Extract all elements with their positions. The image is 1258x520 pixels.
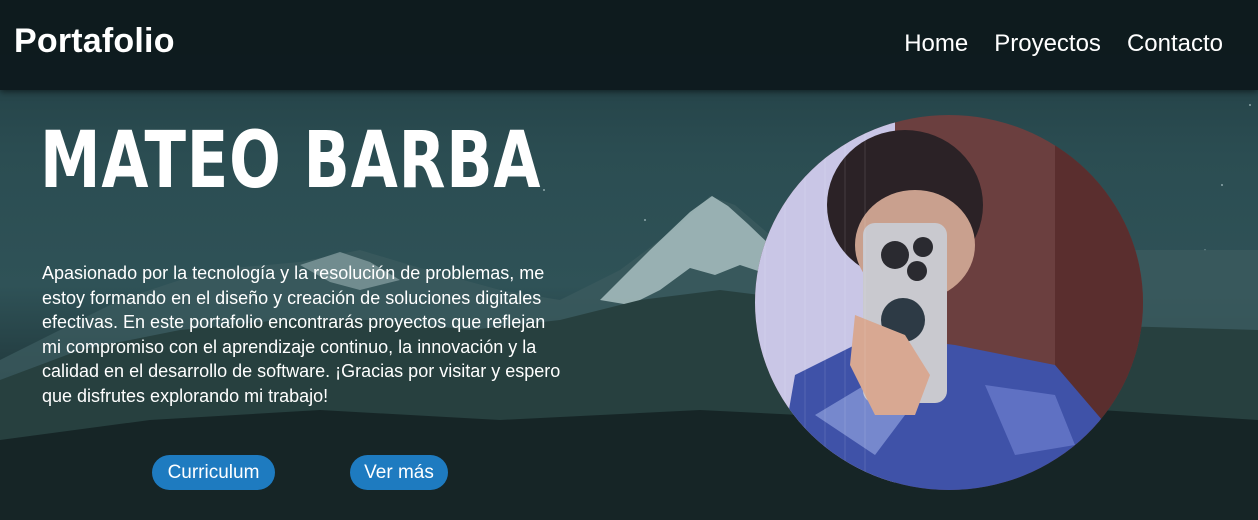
hero-description: Apasionado por la tecnología y la resolu… [42,263,561,406]
nav-link-proyectos[interactable]: Proyectos [994,30,1101,58]
nav-link-contacto[interactable]: Contacto [1127,30,1223,58]
ver-mas-button[interactable]: Ver más [350,455,448,490]
brand-logo[interactable]: Portafolio [14,22,175,61]
curriculum-button[interactable]: Curriculum [152,455,275,490]
nav-links: Home Proyectos Contacto [904,30,1223,58]
hero-name-heading: MATEO BARBA [40,116,542,206]
nav-link-home[interactable]: Home [904,30,968,58]
navbar: Portafolio Home Proyectos Contacto [0,0,1258,90]
profile-photo-avatar [755,115,1143,490]
